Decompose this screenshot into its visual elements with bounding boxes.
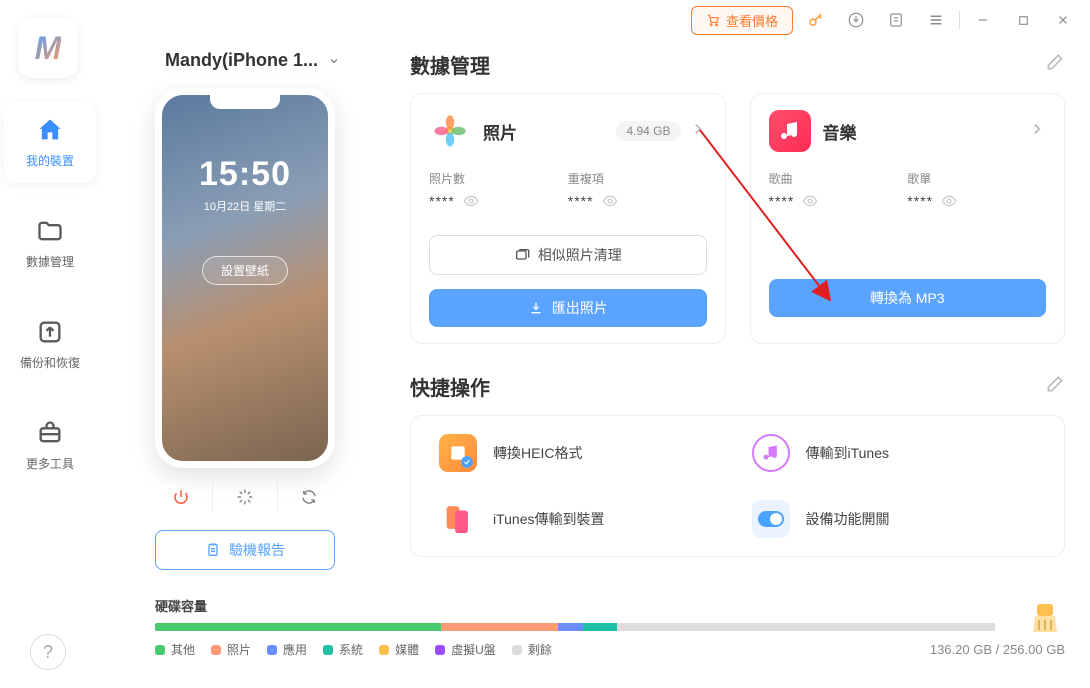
phone-preview: 15:50 10月22日 星期二 設置壁紙 驗機報告 — [155, 88, 355, 570]
card-name: 照片 — [483, 119, 517, 144]
set-wallpaper-button[interactable]: 設置壁紙 — [202, 256, 288, 285]
sidebar: 我的裝置 數據管理 備份和恢復 更多工具 — [0, 102, 100, 486]
minimize-button[interactable] — [966, 3, 1000, 37]
stat-label: 歌曲 — [769, 170, 908, 187]
clean-brush-button[interactable] — [1025, 598, 1065, 638]
quick-label: 轉換HEIC格式 — [493, 443, 582, 463]
stat-label: 照片數 — [429, 170, 568, 187]
sidebar-item-label: 我的裝置 — [26, 152, 74, 169]
storage-section: 硬碟容量 其他 照片 應用 系統 媒體 虛擬U盤 剩餘 136.20 GB / … — [155, 596, 1065, 658]
maximize-button[interactable] — [1006, 3, 1040, 37]
quick-convert-heic[interactable]: 轉換HEIC格式 — [439, 434, 724, 472]
phone-date: 10月22日 星期二 — [204, 198, 287, 214]
menu-icon[interactable] — [919, 3, 953, 37]
heic-icon — [439, 434, 477, 472]
power-button[interactable] — [161, 482, 201, 512]
convert-mp3-button[interactable]: 轉換為 MP3 — [769, 279, 1047, 317]
sidebar-item-more-tools[interactable]: 更多工具 — [4, 405, 96, 486]
section-data-management: 數據管理 — [410, 50, 1065, 79]
photos-size: 4.94 GB — [616, 121, 680, 141]
itunes-icon — [752, 434, 790, 472]
stat-label: 重複項 — [568, 170, 707, 187]
toolbox-icon — [36, 419, 64, 447]
btn-label: 相似照片清理 — [538, 245, 622, 265]
home-icon — [36, 116, 64, 144]
similar-photos-button[interactable]: 相似照片清理 — [429, 235, 707, 275]
sidebar-item-label: 更多工具 — [26, 455, 74, 472]
stat-label: 歌單 — [907, 170, 1046, 187]
quick-label: iTunes傳輸到裝置 — [493, 509, 605, 529]
storage-text: 136.20 GB / 256.00 GB — [930, 642, 1065, 657]
sidebar-item-data-mgmt[interactable]: 數據管理 — [4, 203, 96, 284]
main-panel: Mandy(iPhone 1... 15:50 10月22日 星期二 設置壁紙 — [155, 50, 1065, 668]
app-logo: M — [18, 18, 78, 78]
loading-icon[interactable] — [225, 482, 265, 512]
sidebar-item-backup[interactable]: 備份和恢復 — [4, 304, 96, 385]
quick-device-switch[interactable]: 設備功能開關 — [752, 500, 1037, 538]
storage-title: 硬碟容量 — [155, 596, 1065, 615]
card-name: 音樂 — [823, 119, 857, 144]
storage-legend: 其他 照片 應用 系統 媒體 虛擬U盤 剩餘 136.20 GB / 256.0… — [155, 641, 1065, 658]
music-icon — [769, 110, 811, 152]
section-quick-actions: 快捷操作 — [410, 372, 1065, 401]
chevron-down-icon — [328, 55, 340, 67]
cart-icon — [706, 13, 720, 27]
quick-label: 設備功能開關 — [806, 509, 890, 529]
chevron-right-icon[interactable] — [689, 120, 707, 143]
help-button[interactable]: ? — [30, 634, 66, 670]
sidebar-item-label: 備份和恢復 — [20, 354, 80, 371]
edit-icon[interactable] — [1045, 374, 1065, 400]
export-photos-button[interactable]: 匯出照片 — [429, 289, 707, 327]
device-name: Mandy(iPhone 1... — [165, 50, 318, 71]
card-photos: 照片 4.94 GB 照片數 **** 重複項 **** — [410, 93, 726, 344]
eye-icon[interactable] — [802, 193, 818, 209]
folder-icon — [36, 217, 64, 245]
view-price-button[interactable]: 查看價格 — [691, 6, 793, 35]
toggle-icon — [752, 500, 790, 538]
price-label: 查看價格 — [726, 11, 778, 30]
photos-icon — [429, 110, 471, 152]
note-icon[interactable] — [879, 3, 913, 37]
eye-icon[interactable] — [602, 193, 618, 209]
btn-label: 轉換為 MP3 — [870, 288, 945, 308]
clipboard-icon — [205, 542, 221, 558]
verify-label: 驗機報告 — [229, 540, 285, 560]
eye-icon[interactable] — [941, 193, 957, 209]
quick-transfer-itunes[interactable]: 傳輸到iTunes — [752, 434, 1037, 472]
sidebar-item-my-device[interactable]: 我的裝置 — [4, 102, 96, 183]
key-icon[interactable] — [799, 3, 833, 37]
download-icon[interactable] — [839, 3, 873, 37]
quick-label: 傳輸到iTunes — [806, 443, 890, 463]
titlebar: 查看價格 — [0, 0, 1090, 40]
edit-icon[interactable] — [1045, 52, 1065, 78]
eye-icon[interactable] — [463, 193, 479, 209]
download-icon — [528, 300, 544, 316]
refresh-button[interactable] — [289, 482, 329, 512]
sidebar-item-label: 數據管理 — [26, 253, 74, 270]
btn-label: 匯出照片 — [552, 298, 608, 318]
close-button[interactable] — [1046, 3, 1080, 37]
gallery-icon — [514, 247, 530, 263]
quick-itunes-to-device[interactable]: iTunes傳輸到裝置 — [439, 500, 724, 538]
chevron-right-icon[interactable] — [1028, 120, 1046, 143]
card-music: 音樂 歌曲 **** 歌單 **** 轉換為 MP3 — [750, 93, 1066, 344]
backup-icon — [36, 318, 64, 346]
verify-report-button[interactable]: 驗機報告 — [155, 530, 335, 570]
phone-stack-icon — [439, 500, 477, 538]
phone-time: 15:50 — [199, 155, 291, 194]
storage-bar — [155, 623, 995, 631]
